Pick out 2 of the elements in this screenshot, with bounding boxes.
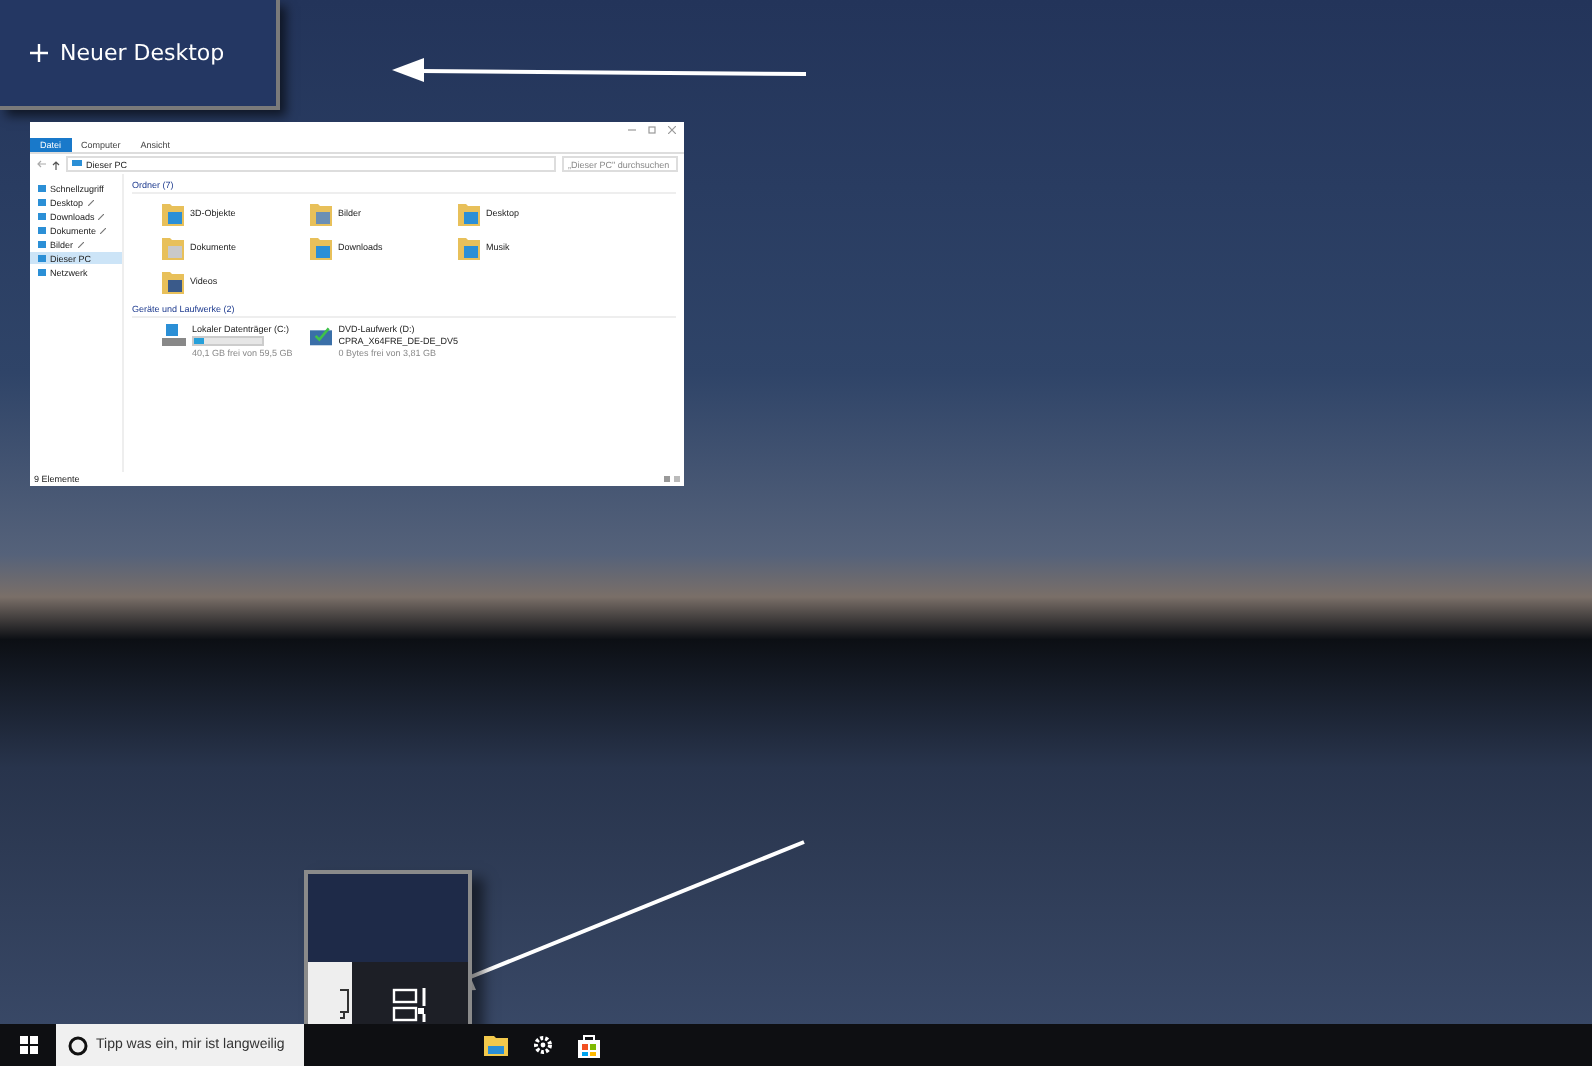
new-desktop-label: Neuer Desktop <box>60 40 225 66</box>
new-desktop-button[interactable]: Neuer Desktop <box>0 0 280 110</box>
